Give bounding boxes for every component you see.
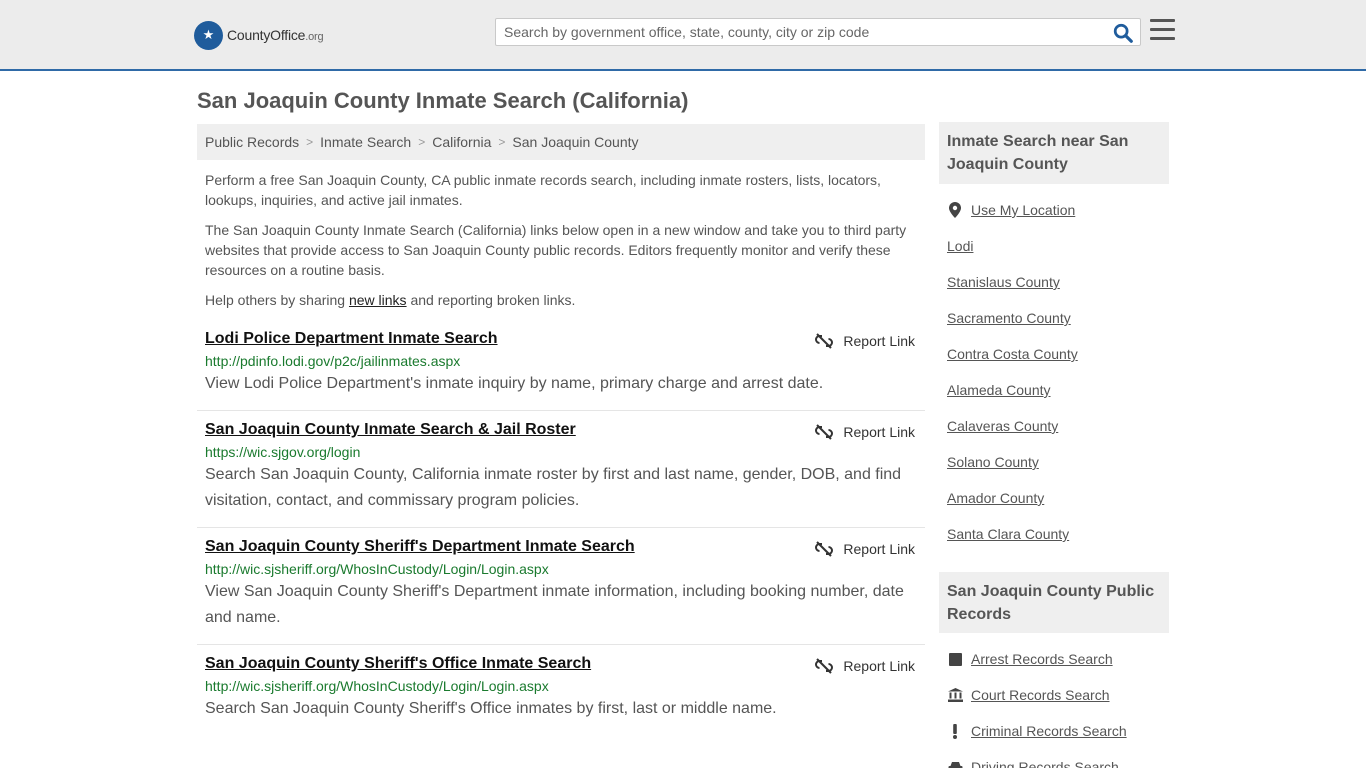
nearby-link-alameda[interactable]: Alameda County: [947, 382, 1051, 398]
sidebar-item-court-records: Court Records Search: [947, 677, 1169, 713]
nearby-link-sacramento[interactable]: Sacramento County: [947, 310, 1071, 326]
result-item: San Joaquin County Sheriff's Department …: [197, 538, 925, 645]
eagle-seal-icon: ★: [194, 20, 223, 50]
result-title-link[interactable]: San Joaquin County Sheriff's Office Inma…: [205, 655, 591, 673]
breadcrumb-california[interactable]: California: [432, 134, 491, 150]
report-link-button[interactable]: Report Link: [815, 540, 915, 558]
site-logo[interactable]: ★ CountyOffice.org: [194, 20, 324, 50]
driving-records-link[interactable]: Driving Records Search: [971, 759, 1119, 768]
report-link-button[interactable]: Report Link: [815, 657, 915, 675]
sidebar-item-driving-records: Driving Records Search: [947, 749, 1169, 768]
result-item: San Joaquin County Sheriff's Office Inma…: [197, 655, 925, 736]
breadcrumb-separator: >: [418, 135, 426, 149]
sidebar-item-stanislaus: Stanislaus County: [947, 264, 1169, 300]
intro-paragraph-2: The San Joaquin County Inmate Search (Ca…: [205, 222, 907, 278]
intro-paragraph-1: Perform a free San Joaquin County, CA pu…: [205, 172, 881, 208]
court-records-link[interactable]: Court Records Search: [971, 687, 1110, 703]
hamburger-menu-icon[interactable]: [1150, 19, 1175, 41]
result-description: Search San Joaquin County, California in…: [205, 466, 902, 509]
sidebar-records-heading: San Joaquin County Public Records: [939, 572, 1169, 633]
exclamation-icon: [947, 723, 963, 739]
sidebar-item-lodi: Lodi: [947, 228, 1169, 264]
search-input[interactable]: [496, 19, 1096, 45]
breadcrumb-san-joaquin-county[interactable]: San Joaquin County: [512, 134, 638, 150]
report-link-label: Report Link: [843, 658, 915, 674]
use-my-location-link[interactable]: Use My Location: [971, 202, 1075, 218]
broken-link-icon: [815, 541, 834, 557]
sidebar-item-solano: Solano County: [947, 444, 1169, 480]
new-links-link[interactable]: new links: [349, 292, 407, 308]
result-item: Lodi Police Department Inmate Search Rep…: [197, 330, 925, 411]
intro-paragraph-3: Help others by sharing new links and rep…: [205, 292, 576, 308]
search-box: [495, 18, 1141, 46]
result-description: View San Joaquin County Sheriff's Depart…: [205, 583, 904, 626]
result-url: https://wic.sjgov.org/login: [205, 444, 361, 460]
breadcrumb-separator: >: [306, 135, 314, 149]
page-title: San Joaquin County Inmate Search (Califo…: [197, 88, 689, 113]
result-title-link[interactable]: San Joaquin County Sheriff's Department …: [205, 538, 635, 556]
site-header: ★ CountyOffice.org: [0, 0, 1366, 71]
result-url: http://pdinfo.lodi.gov/p2c/jailinmates.a…: [205, 353, 461, 369]
result-description: View Lodi Police Department's inmate inq…: [205, 375, 824, 392]
map-marker-icon: [947, 202, 963, 218]
square-icon: [947, 652, 963, 666]
breadcrumb: Public Records > Inmate Search > Califor…: [197, 124, 925, 160]
breadcrumb-public-records[interactable]: Public Records: [205, 134, 299, 150]
nearby-link-stanislaus[interactable]: Stanislaus County: [947, 274, 1060, 290]
result-url: http://wic.sjsheriff.org/WhosInCustody/L…: [205, 561, 549, 577]
nearby-link-solano[interactable]: Solano County: [947, 454, 1039, 470]
report-link-button[interactable]: Report Link: [815, 332, 915, 350]
nearby-link-calaveras[interactable]: Calaveras County: [947, 418, 1058, 434]
broken-link-icon: [815, 658, 834, 674]
sidebar-item-sacramento: Sacramento County: [947, 300, 1169, 336]
breadcrumb-separator: >: [498, 135, 506, 149]
search-icon[interactable]: [1112, 22, 1134, 44]
result-url: http://wic.sjsheriff.org/WhosInCustody/L…: [205, 678, 549, 694]
nearby-link-contra-costa[interactable]: Contra Costa County: [947, 346, 1078, 362]
breadcrumb-inmate-search[interactable]: Inmate Search: [320, 134, 411, 150]
sidebar-item-use-my-location: Use My Location: [947, 192, 1169, 228]
result-title-link[interactable]: San Joaquin County Inmate Search & Jail …: [205, 421, 576, 439]
car-icon: [947, 761, 963, 768]
sidebar-nearby-list: Use My Location Lodi Stanislaus County S…: [947, 192, 1169, 552]
sidebar-item-criminal-records: Criminal Records Search: [947, 713, 1169, 749]
report-link-label: Report Link: [843, 541, 915, 557]
report-link-label: Report Link: [843, 424, 915, 440]
arrest-records-link[interactable]: Arrest Records Search: [971, 651, 1113, 667]
broken-link-icon: [815, 333, 834, 349]
result-description: Search San Joaquin County Sheriff's Offi…: [205, 700, 777, 717]
sidebar-item-contra-costa: Contra Costa County: [947, 336, 1169, 372]
sidebar-records-list: Arrest Records Search Court Records Sear…: [947, 641, 1169, 768]
result-title-link[interactable]: Lodi Police Department Inmate Search: [205, 330, 498, 348]
broken-link-icon: [815, 424, 834, 440]
sidebar-item-calaveras: Calaveras County: [947, 408, 1169, 444]
nearby-link-amador[interactable]: Amador County: [947, 490, 1044, 506]
sidebar-nearby-heading: Inmate Search near San Joaquin County: [939, 122, 1169, 184]
sidebar-item-santa-clara: Santa Clara County: [947, 516, 1169, 552]
sidebar-item-arrest-records: Arrest Records Search: [947, 641, 1169, 677]
sidebar-item-amador: Amador County: [947, 480, 1169, 516]
nearby-link-lodi[interactable]: Lodi: [947, 238, 973, 254]
logo-name: CountyOffice: [227, 27, 306, 43]
result-item: San Joaquin County Inmate Search & Jail …: [197, 421, 925, 528]
logo-tld: .org: [305, 31, 324, 43]
nearby-link-santa-clara[interactable]: Santa Clara County: [947, 526, 1069, 542]
criminal-records-link[interactable]: Criminal Records Search: [971, 723, 1127, 739]
report-link-label: Report Link: [843, 333, 915, 349]
courthouse-icon: [947, 688, 963, 702]
sidebar-item-alameda: Alameda County: [947, 372, 1169, 408]
report-link-button[interactable]: Report Link: [815, 423, 915, 441]
